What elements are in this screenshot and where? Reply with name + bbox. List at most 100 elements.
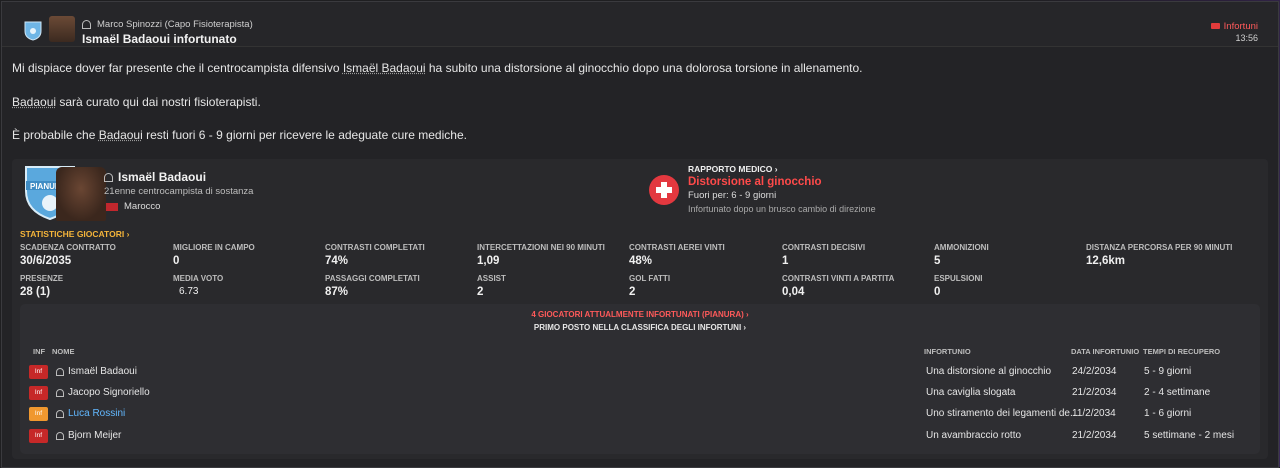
injury-type: Una caviglia slogata (926, 387, 1016, 398)
player-link[interactable]: Badaoui (12, 95, 56, 109)
stat-distance: DISTANZA PERCORSA PER 90 MINUTI 12,6km (1086, 243, 1256, 267)
stat-label: SCADENZA CONTRATTO (20, 243, 116, 252)
stat-value: 74% (325, 255, 349, 267)
stat-value: 1,09 (477, 255, 500, 267)
stat-contract-expiry: SCADENZA CONTRATTO 30/6/2035 (20, 243, 170, 267)
message-subject: Ismaël Badaoui infortunato (82, 32, 237, 46)
stat-interceptions: INTERCETTAZIONI NEI 90 MINUTI 1,09 (477, 243, 627, 267)
injured-count-link[interactable]: 4 GIOCATORI ATTUALMENTE INFORTUNATI (PIA… (20, 310, 1260, 319)
sender-name: Marco Spinozzi (Capo Fisioterapista) (97, 19, 253, 30)
stat-tackles-won-per-game: CONTRASTI VINTI A PARTITA 0,04 (782, 274, 932, 298)
table-row[interactable]: Inf Luca Rossini Uno stiramento dei lega… (20, 404, 1260, 424)
medical-cross-icon (649, 175, 679, 205)
player-photo[interactable] (56, 167, 106, 221)
stat-label: CONTRASTI AEREI VINTI (629, 243, 725, 252)
injury-name: Distorsione al ginocchio (688, 176, 822, 188)
col-header-injury[interactable]: INFORTUNIO (924, 347, 971, 356)
category-tag[interactable]: Infortuni (1210, 21, 1258, 32)
player-link[interactable]: Badaoui (99, 128, 143, 142)
player-description: 21enne centrocampista di sostanza (104, 186, 254, 197)
injured-player-name[interactable]: Bjorn Meijer (68, 430, 121, 441)
injury-cause: Infortunato dopo un brusco cambio di dir… (688, 204, 876, 214)
person-icon (56, 368, 64, 376)
player-nationality[interactable]: Marocco (124, 201, 160, 212)
stat-value: 0,04 (782, 286, 805, 298)
person-icon (56, 432, 64, 440)
injured-players-panel: 4 GIOCATORI ATTUALMENTE INFORTUNATI (PIA… (20, 304, 1260, 454)
player-name-line[interactable]: Ismaël Badaoui (104, 170, 206, 184)
col-header-name[interactable]: NOME (52, 347, 75, 356)
injured-count-label: 4 GIOCATORI ATTUALMENTE INFORTUNATI (PIA… (531, 310, 744, 319)
body-paragraph-3: È probabile che Badaoui resti fuori 6 - … (12, 128, 467, 142)
table-row[interactable]: Inf Jacopo Signoriello Una caviglia slog… (20, 383, 1260, 403)
injury-type: Uno stiramento dei legamenti de... (926, 408, 1079, 419)
stat-label: MIGLIORE IN CAMPO (173, 243, 255, 252)
stat-value: 6.73 (179, 286, 199, 297)
stat-value: 12,6km (1086, 255, 1126, 267)
person-icon (56, 389, 64, 397)
stat-tackles-completed: CONTRASTI COMPLETATI 74% (325, 243, 475, 267)
stat-label: PRESENZE (20, 274, 64, 283)
stat-appearances: PRESENZE 28 (1) (20, 274, 170, 298)
stat-assists: ASSIST 2 (477, 274, 627, 298)
body-paragraph-1: Mi dispiace dover far presente che il ce… (12, 61, 863, 75)
recovery-time: 1 - 6 giorni (1144, 408, 1192, 419)
player-stats-label: STATISTICHE GIOCATORI (20, 229, 125, 239)
text-segment: ha subito una distorsione al ginocchio d… (425, 61, 863, 75)
col-header-inf[interactable]: INF (33, 347, 45, 356)
sender-avatar[interactable] (49, 16, 75, 42)
stat-label: ESPULSIONI (934, 274, 983, 283)
medical-report-label: RAPPORTO MEDICO (688, 164, 773, 174)
stat-red-cards: ESPULSIONI 0 (934, 274, 1084, 298)
stat-value: 5 (934, 255, 941, 267)
injury-date: 11/2/2034 (1072, 408, 1116, 419)
text-segment: sarà curato qui dai nostri fisioterapist… (56, 95, 261, 109)
stat-yellow-cards: AMMONIZIONI 5 (934, 243, 1084, 267)
injured-player-name[interactable]: Luca Rossini (68, 408, 125, 419)
stat-value: 1 (782, 255, 789, 267)
stat-value: 87% (325, 286, 349, 298)
player-stats-link[interactable]: STATISTICHE GIOCATORI › (20, 229, 129, 239)
stat-goals: GOL FATTI 2 (629, 274, 779, 298)
stat-value: 28 (1) (20, 286, 51, 298)
stat-value: 2 (477, 286, 484, 298)
medical-report-link[interactable]: RAPPORTO MEDICO › (688, 164, 778, 174)
injury-status-badge: Inf (29, 386, 48, 400)
stat-label: CONTRASTI COMPLETATI (325, 243, 425, 252)
text-segment: Mi dispiace dover far presente che il ce… (12, 61, 343, 75)
injury-status-badge: Inf (29, 365, 48, 379)
injury-type: Una distorsione al ginocchio (926, 366, 1052, 377)
message-panel: Marco Spinozzi (Capo Fisioterapista) Ism… (1, 1, 1279, 468)
player-link[interactable]: Ismaël Badaoui (343, 61, 426, 75)
stat-key-tackles: CONTRASTI DECISIVI 1 (782, 243, 932, 267)
person-icon (56, 410, 64, 418)
stat-value: 48% (629, 255, 653, 267)
col-header-date[interactable]: DATA INFORTUNIO (1071, 347, 1139, 356)
stat-label: GOL FATTI (629, 274, 671, 283)
morocco-flag-icon (106, 203, 118, 211)
stat-label: INTERCETTAZIONI NEI 90 MINUTI (477, 243, 605, 252)
col-header-recovery[interactable]: TEMPI DI RECUPERO (1143, 347, 1220, 356)
person-icon (82, 19, 91, 29)
injured-player-name[interactable]: Jacopo Signoriello (68, 387, 150, 398)
body-paragraph-2: Badaoui sarà curato qui dai nostri fisio… (12, 95, 261, 109)
sender-line[interactable]: Marco Spinozzi (Capo Fisioterapista) (82, 19, 253, 30)
stat-passes-completed: PASSAGGI COMPLETATI 87% (325, 274, 475, 298)
injured-player-name[interactable]: Ismaël Badaoui (68, 366, 137, 377)
text-segment: È probabile che (12, 128, 99, 142)
stat-label: PASSAGGI COMPLETATI (325, 274, 420, 283)
stat-label: CONTRASTI DECISIVI (782, 243, 866, 252)
stat-label: ASSIST (477, 274, 506, 283)
tag-icon (1210, 23, 1220, 30)
stat-label: CONTRASTI VINTI A PARTITA (782, 274, 895, 283)
table-row[interactable]: Inf Bjorn Meijer Un avambraccio rotto 21… (20, 426, 1260, 446)
stat-label: MEDIA VOTO (173, 274, 224, 283)
table-row[interactable]: Inf Ismaël Badaoui Una distorsione al gi… (20, 362, 1260, 382)
stat-value: 30/6/2035 (20, 255, 72, 267)
recovery-time: 5 settimane - 2 mesi (1144, 430, 1235, 441)
stat-label: DISTANZA PERCORSA PER 90 MINUTI (1086, 243, 1233, 252)
stat-average-rating: MEDIA VOTO 6.73 (173, 274, 323, 297)
message-time: 13:56 (1235, 33, 1258, 43)
injury-table-rank-link[interactable]: PRIMO POSTO NELLA CLASSIFICA DEGLI INFOR… (20, 323, 1260, 332)
text-segment: resti fuori 6 - 9 giorni per ricevere le… (142, 128, 467, 142)
